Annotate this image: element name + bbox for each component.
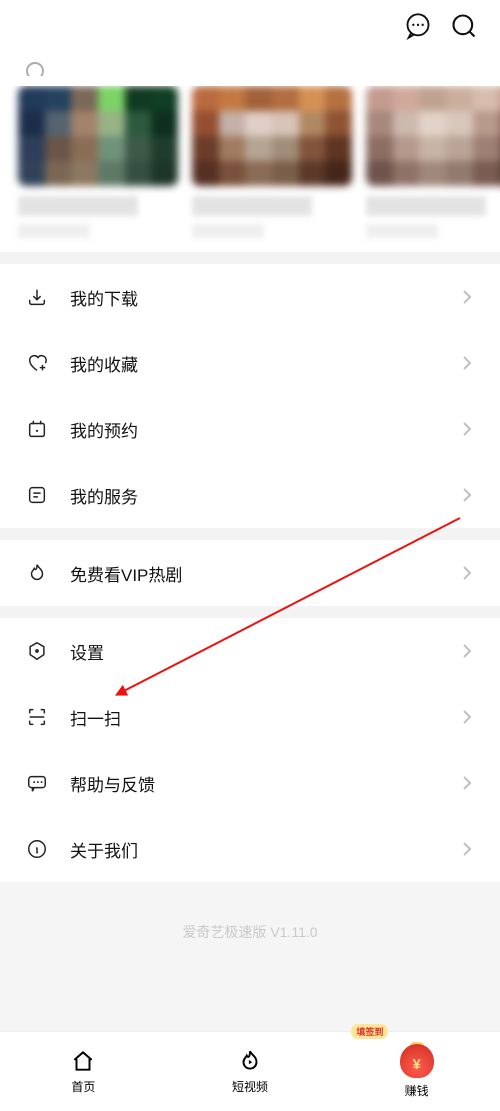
tab-home[interactable]: 首页 [0, 1032, 167, 1111]
chevron-right-icon [462, 487, 472, 503]
tab-label: 首页 [71, 1078, 95, 1095]
menu-my-downloads[interactable]: 我的下载 [0, 264, 500, 330]
earn-badge: 填签到 [351, 1024, 388, 1039]
tab-label: 短视频 [232, 1078, 268, 1095]
section-header-partial [0, 56, 500, 76]
version-text: 爱奇艺极速版 V1.11.0 [0, 882, 500, 1032]
menu-free-vip[interactable]: 免费看VIP热剧 [0, 540, 500, 606]
menu-settings[interactable]: 设置 [0, 618, 500, 684]
menu-group-2: 免费看VIP热剧 [0, 540, 500, 606]
thumb-card[interactable] [366, 86, 500, 238]
menu-item-label: 扫一扫 [70, 705, 462, 730]
chat-icon[interactable] [404, 12, 432, 45]
tab-earn-money[interactable]: ¥ 填签到 赚钱 [333, 1032, 500, 1111]
home-icon [70, 1048, 96, 1074]
calendar-icon [26, 418, 48, 440]
menu-item-label: 我的服务 [70, 483, 462, 508]
thumb-card[interactable] [18, 86, 178, 238]
menu-item-label: 帮助与反馈 [70, 771, 462, 796]
menu-my-services[interactable]: 我的服务 [0, 462, 500, 528]
chat-dots-icon [26, 772, 48, 794]
search-icon[interactable] [450, 12, 478, 45]
chevron-right-icon [462, 355, 472, 371]
money-bag-icon: ¥ [400, 1044, 434, 1078]
flame-icon [26, 562, 48, 584]
info-icon [26, 838, 48, 860]
tab-label: 赚钱 [405, 1082, 429, 1099]
menu-item-label: 关于我们 [70, 837, 462, 862]
menu-group-3: 设置 扫一扫 帮助与反馈 关于我们 [0, 618, 500, 882]
chevron-right-icon [462, 643, 472, 659]
chevron-right-icon [462, 709, 472, 725]
chevron-right-icon [462, 841, 472, 857]
bottom-tab-bar: 首页 短视频 ¥ 填签到 赚钱 [0, 1031, 500, 1111]
menu-about-us[interactable]: 关于我们 [0, 816, 500, 882]
menu-item-label: 免费看VIP热剧 [70, 561, 462, 586]
hex-gear-icon [26, 640, 48, 662]
menu-item-label: 设置 [70, 639, 462, 664]
menu-my-reservations[interactable]: 我的预约 [0, 396, 500, 462]
download-icon [26, 286, 48, 308]
history-thumbnails[interactable] [0, 86, 500, 252]
chevron-right-icon [462, 565, 472, 581]
heart-plus-icon [26, 352, 48, 374]
menu-my-favorites[interactable]: 我的收藏 [0, 330, 500, 396]
chevron-right-icon [462, 289, 472, 305]
thumb-card[interactable] [192, 86, 352, 238]
menu-item-label: 我的下载 [70, 285, 462, 310]
scan-icon [26, 706, 48, 728]
chevron-right-icon [462, 775, 472, 791]
chevron-right-icon [462, 421, 472, 437]
top-bar [0, 0, 500, 56]
list-box-icon [26, 484, 48, 506]
menu-scan[interactable]: 扫一扫 [0, 684, 500, 750]
menu-help-feedback[interactable]: 帮助与反馈 [0, 750, 500, 816]
menu-group-1: 我的下载 我的收藏 我的预约 我的服务 [0, 264, 500, 528]
menu-item-label: 我的收藏 [70, 351, 462, 376]
menu-item-label: 我的预约 [70, 417, 462, 442]
tab-short-video[interactable]: 短视频 [167, 1032, 334, 1111]
flame-play-icon [237, 1048, 263, 1074]
